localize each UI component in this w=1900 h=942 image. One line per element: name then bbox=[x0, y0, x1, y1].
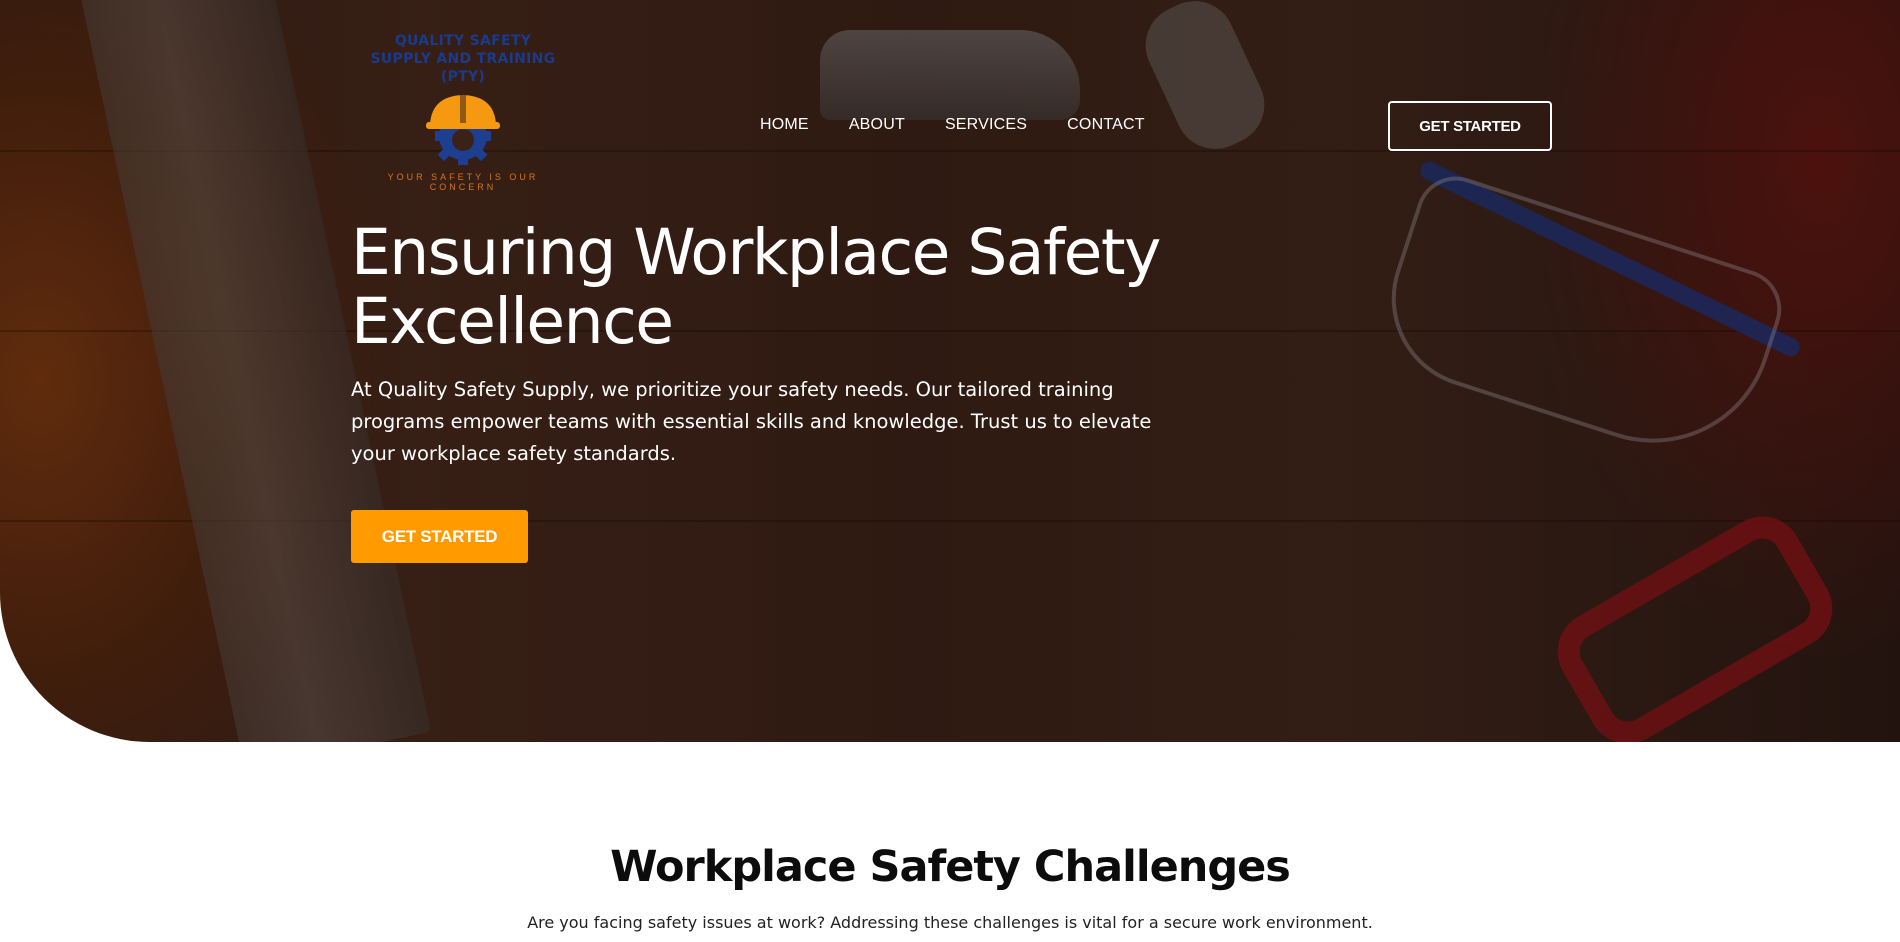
site-logo[interactable]: QUALITY SAFETY SUPPLY AND TRAINING (PTY)… bbox=[368, 32, 558, 192]
logo-company-name: QUALITY SAFETY SUPPLY AND TRAINING (PTY) bbox=[370, 33, 556, 85]
nav-contact[interactable]: CONTACT bbox=[1067, 116, 1145, 134]
logo-tagline: YOUR SAFETY IS OUR CONCERN bbox=[387, 172, 539, 192]
hero-get-started-button[interactable]: GET STARTED bbox=[351, 510, 528, 563]
hero-title: Ensuring Workplace Safety Excellence bbox=[351, 216, 1161, 358]
hero-overlay bbox=[0, 0, 1900, 742]
hero-description: At Quality Safety Supply, we prioritize … bbox=[351, 378, 1152, 465]
main-nav: HOME ABOUT SERVICES CONTACT bbox=[760, 116, 1145, 134]
hard-hat-gear-icon bbox=[426, 95, 500, 165]
nav-services[interactable]: SERVICES bbox=[945, 116, 1027, 134]
nav-home[interactable]: HOME bbox=[760, 116, 809, 134]
header-get-started-button[interactable]: GET STARTED bbox=[1388, 101, 1552, 151]
nav-about[interactable]: ABOUT bbox=[849, 116, 905, 134]
section-description: Are you facing safety issues at work? Ad… bbox=[527, 913, 1373, 932]
section-title: Workplace Safety Challenges bbox=[610, 842, 1291, 892]
hero-section: QUALITY SAFETY SUPPLY AND TRAINING (PTY)… bbox=[0, 0, 1900, 742]
